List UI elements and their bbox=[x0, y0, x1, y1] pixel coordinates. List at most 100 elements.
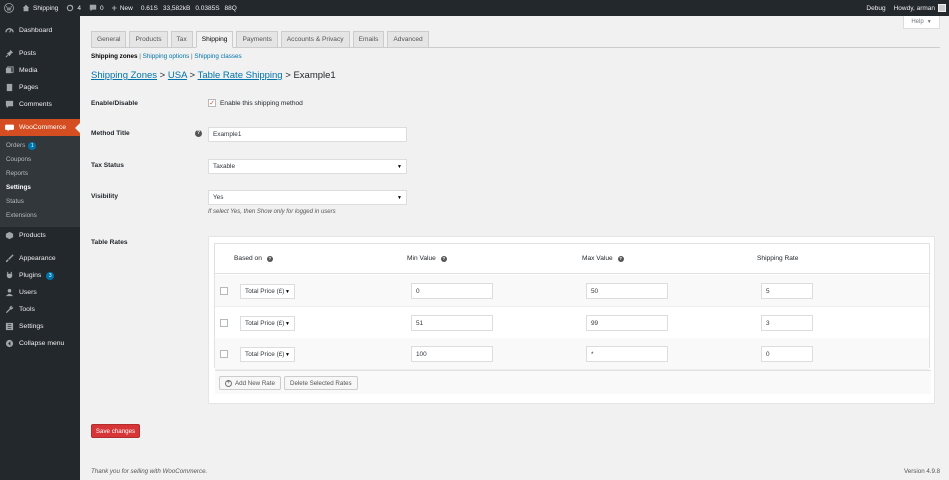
comments-link[interactable]: 0 bbox=[85, 0, 108, 16]
save-changes-button[interactable]: Save changes bbox=[91, 424, 140, 438]
sidebar-item-posts[interactable]: Posts bbox=[0, 45, 80, 62]
row-select-checkbox[interactable] bbox=[220, 350, 228, 358]
header-min-value: Min Value ? bbox=[407, 255, 447, 262]
new-label: New bbox=[119, 4, 133, 12]
method-title-input[interactable]: Example1 bbox=[208, 127, 407, 142]
collapse-menu-button[interactable]: Collapse menu bbox=[0, 335, 80, 352]
header-label: Min Value bbox=[407, 255, 436, 262]
max-value-input[interactable]: * bbox=[586, 346, 668, 362]
shipping-rate-input[interactable]: 3 bbox=[761, 315, 813, 331]
sidebar-subitem-reports[interactable]: Reports bbox=[0, 167, 80, 181]
site-name: Shipping bbox=[33, 4, 59, 12]
admin-bar: Shipping 4 0 + New 0.61S 33,582kB 0.0385… bbox=[0, 0, 949, 16]
sidebar-item-plugins[interactable]: Plugins 3 bbox=[0, 267, 80, 284]
table-row: Total Price (£) ▼ 100 * 0 bbox=[215, 338, 929, 370]
method-title-label: Method Title bbox=[91, 130, 130, 137]
new-content-link[interactable]: + New bbox=[108, 0, 137, 16]
help-tip-icon[interactable]: ? bbox=[440, 255, 447, 262]
min-value-input[interactable]: 100 bbox=[411, 346, 493, 362]
plugins-count-badge: 3 bbox=[46, 271, 55, 280]
visibility-description: If select Yes, then Show only for logged… bbox=[208, 209, 336, 215]
max-value-input[interactable]: 99 bbox=[586, 315, 668, 331]
sidebar-subitem-extensions[interactable]: Extensions bbox=[0, 209, 80, 223]
sidebar-item-users[interactable]: Users bbox=[0, 284, 80, 301]
shipping-rate-input[interactable]: 5 bbox=[761, 283, 813, 299]
help-button[interactable]: Help ▼ bbox=[903, 16, 940, 29]
updates-link[interactable]: 4 bbox=[62, 0, 85, 16]
debug-link[interactable]: Debug bbox=[862, 0, 889, 16]
perf-query-time: 0.0385S bbox=[195, 4, 220, 12]
row-select-checkbox[interactable] bbox=[220, 287, 228, 295]
sidebar-item-label: Extensions bbox=[6, 212, 37, 219]
sidebar-item-dashboard[interactable]: Dashboard bbox=[0, 22, 80, 39]
sidebar-subitem-settings[interactable]: Settings bbox=[0, 181, 80, 195]
breadcrumb-usa[interactable]: USA bbox=[168, 70, 187, 81]
sidebar-item-appearance[interactable]: Appearance bbox=[0, 250, 80, 267]
based-on-value: Total Price (£) bbox=[245, 288, 285, 295]
max-value-input[interactable]: 50 bbox=[586, 283, 668, 299]
tab-shipping[interactable]: Shipping bbox=[195, 31, 234, 48]
tab-advanced[interactable]: Advanced bbox=[387, 31, 429, 48]
min-value-input[interactable]: 51 bbox=[411, 315, 493, 331]
subsection-shipping-zones[interactable]: Shipping zones bbox=[91, 53, 138, 60]
based-on-select[interactable]: Total Price (£) ▼ bbox=[240, 284, 295, 299]
sidebar-item-label: Collapse menu bbox=[19, 340, 65, 347]
sidebar-subitem-orders[interactable]: Orders 1 bbox=[0, 139, 80, 153]
shipping-subsections: Shipping zones | Shipping options | Ship… bbox=[91, 53, 242, 60]
users-icon bbox=[5, 288, 14, 297]
sidebar-subitem-coupons[interactable]: Coupons bbox=[0, 153, 80, 167]
tax-status-label: Tax Status bbox=[91, 162, 124, 169]
query-monitor-stats[interactable]: 0.61S 33,582kB 0.0385S 88Q bbox=[137, 0, 241, 16]
sidebar-item-label: Posts bbox=[19, 50, 36, 57]
tab-emails[interactable]: Emails bbox=[352, 31, 385, 48]
sidebar-item-pages[interactable]: Pages bbox=[0, 79, 80, 96]
help-tip-icon[interactable]: ? bbox=[195, 130, 202, 137]
tab-general[interactable]: General bbox=[91, 31, 127, 48]
sidebar-item-tools[interactable]: Tools bbox=[0, 301, 80, 318]
delete-rates-label: Delete Selected Rates bbox=[290, 379, 352, 387]
breadcrumb-shipping-zones[interactable]: Shipping Zones bbox=[91, 70, 157, 81]
delete-selected-rates-button[interactable]: Delete Selected Rates bbox=[284, 376, 358, 390]
my-account-link[interactable]: Howdy, arman bbox=[890, 0, 949, 16]
tab-tax[interactable]: Tax bbox=[170, 31, 193, 48]
select-caret-icon: ▼ bbox=[285, 288, 290, 295]
site-name-link[interactable]: Shipping bbox=[18, 0, 62, 16]
based-on-select[interactable]: Total Price (£) ▼ bbox=[240, 316, 295, 331]
home-icon bbox=[22, 4, 30, 12]
subsection-shipping-options[interactable]: Shipping options bbox=[143, 53, 190, 60]
sidebar-item-products[interactable]: Products bbox=[0, 227, 80, 244]
header-max-value: Max Value ? bbox=[582, 255, 624, 262]
tab-products[interactable]: Products bbox=[129, 31, 168, 48]
caret-down-icon: ▼ bbox=[926, 19, 932, 25]
min-value-input[interactable]: 0 bbox=[411, 283, 493, 299]
breadcrumb-separator: > bbox=[285, 70, 291, 81]
sidebar-item-media[interactable]: Media bbox=[0, 62, 80, 79]
enable-disable-label: Enable/Disable bbox=[91, 100, 138, 107]
enable-method-checkbox[interactable]: ✓ bbox=[208, 99, 216, 107]
sidebar-item-woocommerce[interactable]: WooCommerce bbox=[0, 119, 80, 136]
sidebar-item-comments[interactable]: Comments bbox=[0, 96, 80, 113]
woocommerce-submenu: Orders 1 Coupons Reports Settings Status… bbox=[0, 136, 80, 227]
tab-payments[interactable]: Payments bbox=[236, 31, 278, 48]
tab-accounts-privacy[interactable]: Accounts & Privacy bbox=[280, 31, 350, 48]
settings-tabs: General Products Tax Shipping Payments Accoun… bbox=[91, 31, 429, 48]
based-on-select[interactable]: Total Price (£) ▼ bbox=[240, 347, 295, 362]
help-tip-icon[interactable]: ? bbox=[266, 255, 273, 262]
perf-time: 0.61S bbox=[140, 4, 158, 12]
breadcrumb-current: Example1 bbox=[293, 70, 336, 81]
help-label: Help bbox=[911, 19, 924, 25]
help-tip-icon[interactable]: ? bbox=[617, 255, 624, 262]
sidebar-item-settings[interactable]: Settings bbox=[0, 318, 80, 335]
table-rates-label: Table Rates bbox=[91, 239, 128, 246]
sidebar-item-label: Coupons bbox=[6, 156, 32, 163]
breadcrumb-table-rate-shipping[interactable]: Table Rate Shipping bbox=[198, 70, 283, 81]
shipping-rate-input[interactable]: 0 bbox=[761, 346, 813, 362]
sidebar-item-label: Plugins bbox=[19, 272, 42, 279]
visibility-select[interactable]: Yes ▼ bbox=[208, 190, 407, 205]
add-new-rate-button[interactable]: + Add New Rate bbox=[219, 376, 281, 390]
subsection-shipping-classes[interactable]: Shipping classes bbox=[194, 53, 241, 60]
tax-status-select[interactable]: Taxable ▼ bbox=[208, 159, 407, 174]
sidebar-subitem-status[interactable]: Status bbox=[0, 195, 80, 209]
wordpress-logo-icon[interactable] bbox=[0, 0, 18, 16]
row-select-checkbox[interactable] bbox=[220, 319, 228, 327]
